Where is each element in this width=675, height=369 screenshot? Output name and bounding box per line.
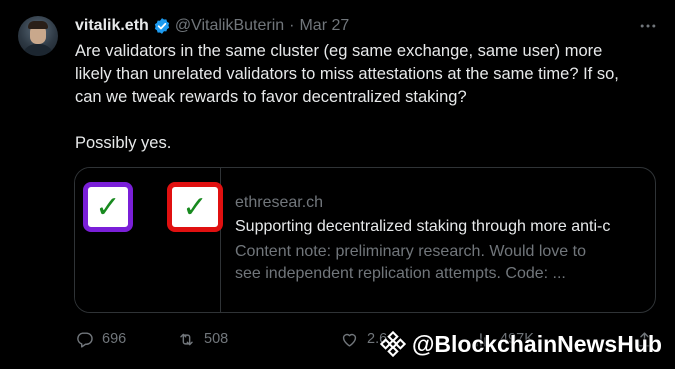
reply-button[interactable]: 696	[75, 327, 126, 351]
tweet-text-line: likely than unrelated validators to miss…	[75, 65, 619, 83]
link-card-description-line: see independent replication attempts. Co…	[235, 265, 566, 282]
avatar-hair	[28, 21, 48, 29]
more-icon[interactable]	[636, 15, 660, 37]
watermark: @BlockchainNewsHub	[380, 326, 662, 362]
avatar[interactable]	[18, 16, 58, 56]
author-handle[interactable]: @VitalikButerin	[175, 17, 284, 35]
tweet-header: vitalik.eth @VitalikButerin · Mar 27	[75, 15, 349, 37]
link-card-description: Content note: preliminary research. Woul…	[235, 241, 635, 285]
link-card-thumbnail[interactable]: ✓ ✓	[75, 168, 223, 312]
reply-count: 696	[102, 331, 127, 347]
header-separator: ·	[289, 17, 295, 34]
watermark-text: @BlockchainNewsHub	[412, 330, 662, 357]
link-card[interactable]: ✓ ✓ ethresear.ch Supporting decentralize…	[74, 167, 656, 313]
repost-button[interactable]: 508	[177, 327, 228, 351]
tweet-text-line: Are validators in the same cluster (eg s…	[75, 42, 603, 60]
repost-count: 508	[204, 331, 229, 347]
author-name[interactable]: vitalik.eth	[75, 17, 149, 35]
tweet-text-line: can we tweak rewards to favor decentrali…	[75, 88, 467, 106]
verified-badge-icon[interactable]	[153, 17, 171, 35]
binance-logo-icon	[380, 331, 406, 357]
check-mark-icon: ✓	[167, 182, 223, 232]
tweet-text-line: Possibly yes.	[75, 134, 172, 152]
link-card-body[interactable]: ethresear.ch Supporting decentralized st…	[221, 168, 655, 312]
reply-icon	[77, 331, 93, 348]
tweet-text: Are validators in the same cluster (eg s…	[75, 40, 665, 155]
avatar-shirt	[22, 44, 54, 56]
link-card-title: Supporting decentralized staking through…	[235, 218, 611, 235]
post-date[interactable]: Mar 27	[299, 17, 349, 35]
heart-icon	[342, 333, 357, 347]
tweet: vitalik.eth @VitalikButerin · Mar 27 Are…	[0, 0, 675, 369]
repost-icon	[180, 333, 193, 345]
check-mark-icon: ✓	[83, 182, 133, 232]
link-card-description-line: Content note: preliminary research. Woul…	[235, 243, 586, 260]
link-card-domain: ethresear.ch	[235, 194, 324, 211]
